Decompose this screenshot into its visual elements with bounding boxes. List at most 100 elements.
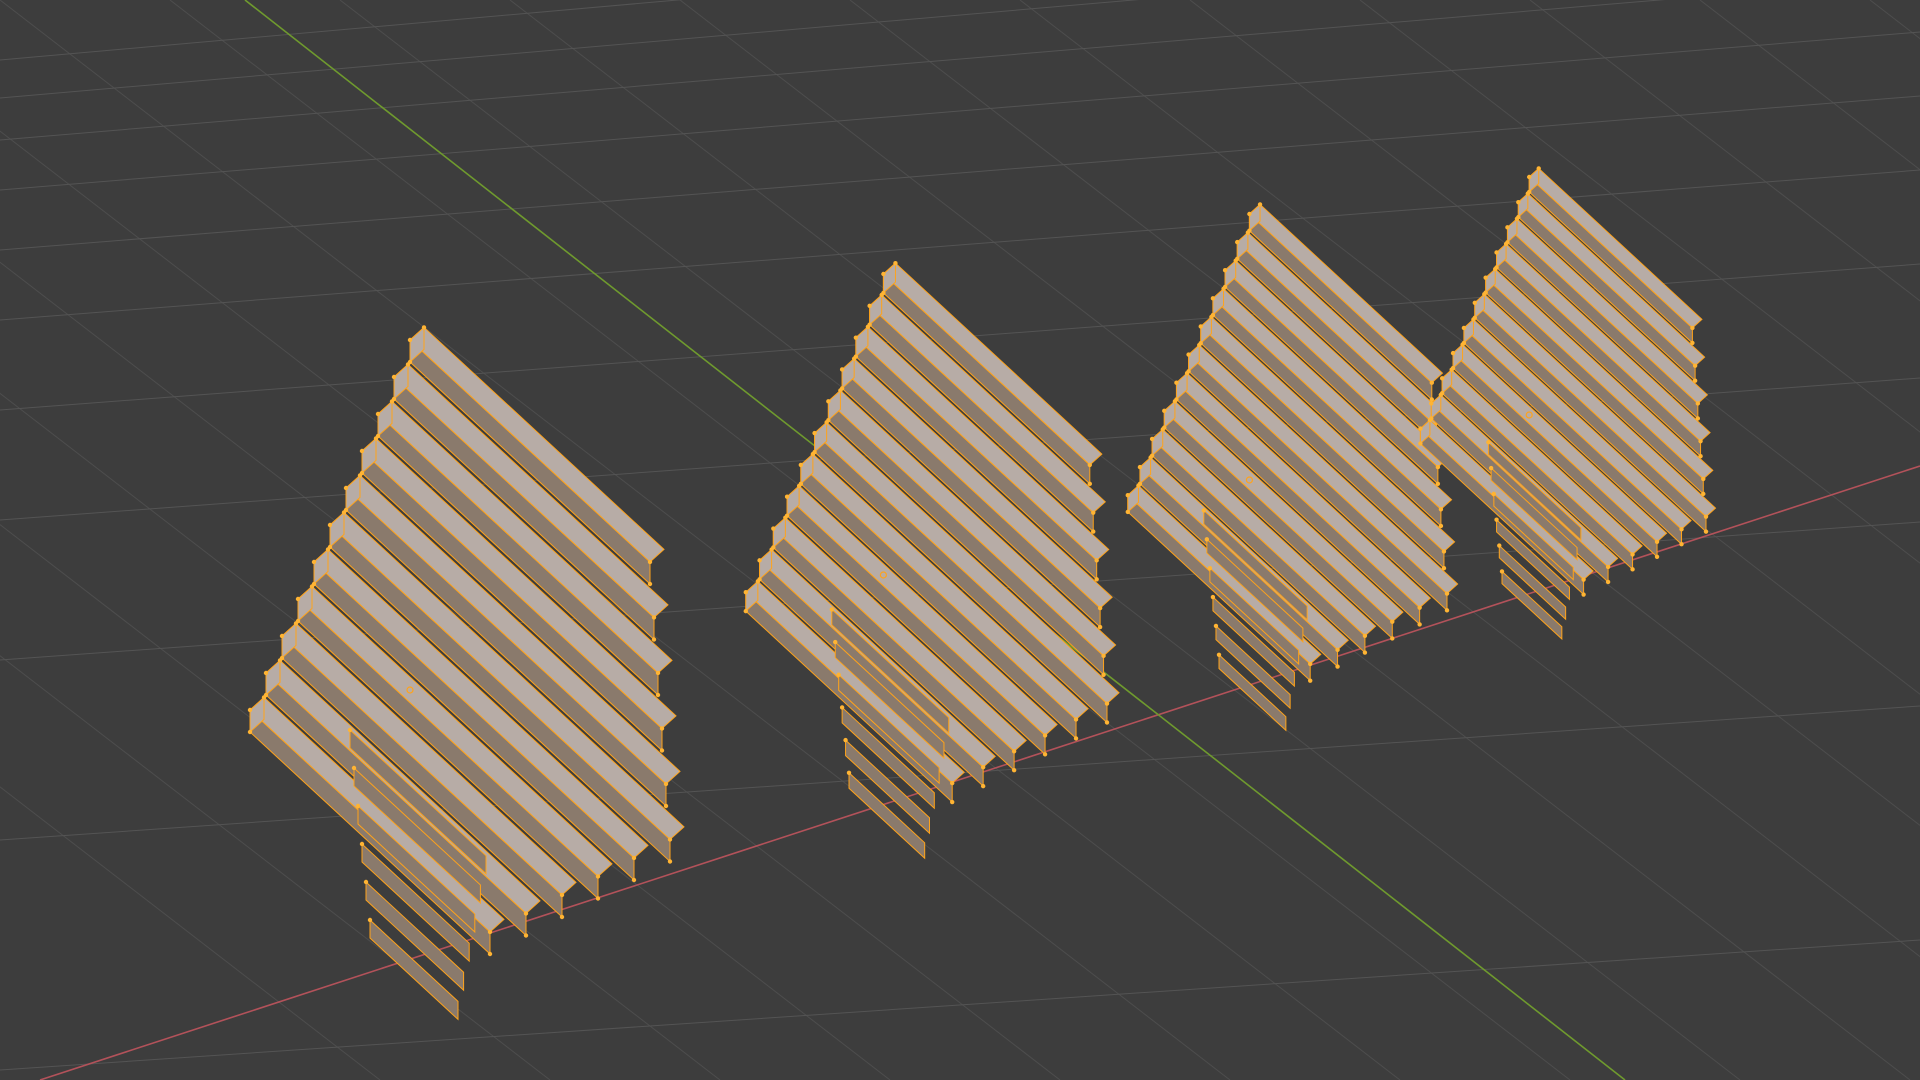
mesh-vertex[interactable] — [1094, 558, 1099, 563]
mesh-vertex[interactable] — [1527, 189, 1532, 195]
mesh-vertex[interactable] — [1497, 543, 1502, 548]
mesh-vertex[interactable] — [1362, 650, 1368, 655]
mesh-vertex[interactable] — [659, 726, 665, 731]
mesh-vertex[interactable] — [1679, 542, 1684, 547]
mesh-vertex[interactable] — [1429, 401, 1434, 406]
mesh-vertex[interactable] — [867, 322, 872, 327]
mesh-vertex[interactable] — [1216, 652, 1222, 657]
mesh-vertex[interactable] — [1198, 324, 1203, 329]
mesh-vertex[interactable] — [1692, 378, 1698, 383]
mesh-vertex[interactable] — [663, 781, 669, 787]
mesh-vertex[interactable] — [757, 558, 762, 563]
mesh-vertex[interactable] — [1630, 552, 1635, 557]
mesh-vertex[interactable] — [1125, 509, 1131, 515]
mesh-vertex[interactable] — [1679, 527, 1684, 532]
mesh-vertex[interactable] — [1630, 567, 1635, 572]
mesh-vertex[interactable] — [1516, 199, 1521, 205]
mesh-vertex[interactable] — [1703, 514, 1709, 519]
mesh-vertex[interactable] — [359, 448, 365, 454]
mesh-vertex[interactable] — [647, 581, 653, 587]
mesh-vertex[interactable] — [1494, 265, 1499, 270]
mesh-vertex[interactable] — [1042, 733, 1048, 738]
mesh-vertex[interactable] — [1257, 202, 1263, 207]
mesh-vertex[interactable] — [743, 608, 748, 614]
mesh-vertex[interactable] — [1362, 633, 1368, 638]
mesh-vertex[interactable] — [771, 545, 776, 550]
mesh-vertex[interactable] — [784, 513, 790, 518]
mesh-vertex[interactable] — [1429, 380, 1435, 385]
mesh-vertex[interactable] — [1499, 569, 1505, 574]
mesh-vertex[interactable] — [798, 481, 804, 487]
mesh-vertex[interactable] — [1605, 564, 1611, 570]
mesh-vertex[interactable] — [950, 799, 955, 805]
mesh-vertex[interactable] — [407, 337, 413, 343]
mesh-vertex[interactable] — [1042, 752, 1048, 757]
mesh-vertex[interactable] — [1213, 623, 1219, 629]
mesh-vertex[interactable] — [1149, 436, 1155, 442]
mesh-vertex[interactable] — [1483, 275, 1488, 280]
mesh-vertex[interactable] — [559, 914, 565, 920]
mesh-vertex[interactable] — [833, 639, 838, 645]
mesh-vertex[interactable] — [1654, 539, 1660, 545]
mesh-vertex[interactable] — [1097, 605, 1103, 611]
mesh-vertex[interactable] — [839, 386, 845, 391]
mesh-vertex[interactable] — [647, 559, 653, 565]
mesh-vertex[interactable] — [867, 303, 872, 309]
mesh-vertex[interactable] — [631, 855, 637, 861]
mesh-vertex[interactable] — [247, 729, 253, 735]
mesh-vertex[interactable] — [311, 581, 317, 587]
mesh-vertex[interactable] — [487, 929, 493, 935]
mesh-vertex[interactable] — [1461, 325, 1467, 331]
mesh-vertex[interactable] — [1429, 416, 1434, 421]
mesh-vertex[interactable] — [826, 418, 831, 423]
mesh-vertex[interactable] — [853, 335, 859, 340]
mesh-vertex[interactable] — [1091, 510, 1096, 515]
mesh-vertex[interactable] — [1186, 369, 1191, 374]
mesh-vertex[interactable] — [1494, 250, 1499, 255]
mesh-vertex[interactable] — [1207, 565, 1213, 571]
mesh-vertex[interactable] — [1101, 672, 1106, 677]
mesh-vertex[interactable] — [1204, 537, 1210, 542]
mesh-vertex[interactable] — [893, 260, 898, 266]
mesh-vertex[interactable] — [1701, 476, 1706, 482]
mesh-vertex[interactable] — [663, 803, 669, 809]
mesh-vertex[interactable] — [359, 470, 365, 476]
mesh-vertex[interactable] — [363, 879, 369, 885]
mesh-vertex[interactable] — [1418, 441, 1423, 446]
mesh-vertex[interactable] — [595, 896, 601, 901]
mesh-vertex[interactable] — [1087, 462, 1093, 468]
mesh-vertex[interactable] — [1690, 325, 1695, 331]
mesh-vertex[interactable] — [980, 765, 986, 770]
mesh-vertex[interactable] — [667, 859, 673, 864]
mesh-vertex[interactable] — [1201, 508, 1207, 513]
mesh-vertex[interactable] — [1137, 481, 1143, 486]
mesh-vertex[interactable] — [812, 430, 817, 436]
mesh-vertex[interactable] — [279, 655, 285, 661]
mesh-vertex[interactable] — [1461, 340, 1467, 346]
mesh-vertex[interactable] — [263, 670, 269, 676]
mesh-vertex[interactable] — [812, 449, 817, 455]
mesh-vertex[interactable] — [1011, 749, 1017, 754]
mesh-vertex[interactable] — [421, 325, 427, 330]
mesh-vertex[interactable] — [743, 590, 748, 595]
mesh-vertex[interactable] — [375, 433, 381, 439]
mesh-vertex[interactable] — [1174, 380, 1179, 385]
mesh-vertex[interactable] — [1390, 636, 1395, 641]
mesh-vertex[interactable] — [1162, 425, 1167, 430]
mesh-vertex[interactable] — [1435, 481, 1441, 486]
mesh-vertex[interactable] — [651, 637, 657, 642]
mesh-vertex[interactable] — [295, 596, 301, 602]
mesh-vertex[interactable] — [1101, 653, 1106, 659]
mesh-vertex[interactable] — [1308, 678, 1313, 683]
mesh-vertex[interactable] — [1308, 661, 1313, 667]
mesh-vertex[interactable] — [1505, 240, 1510, 245]
mesh-vertex[interactable] — [1091, 529, 1096, 534]
mesh-vertex[interactable] — [1527, 174, 1532, 180]
mesh-vertex[interactable] — [1235, 239, 1240, 245]
mesh-vertex[interactable] — [1418, 426, 1423, 431]
mesh-vertex[interactable] — [1417, 605, 1422, 610]
mesh-vertex[interactable] — [1335, 664, 1340, 669]
mesh-vertex[interactable] — [829, 607, 834, 612]
mesh-vertex[interactable] — [655, 692, 661, 698]
mesh-vertex[interactable] — [1698, 453, 1703, 459]
